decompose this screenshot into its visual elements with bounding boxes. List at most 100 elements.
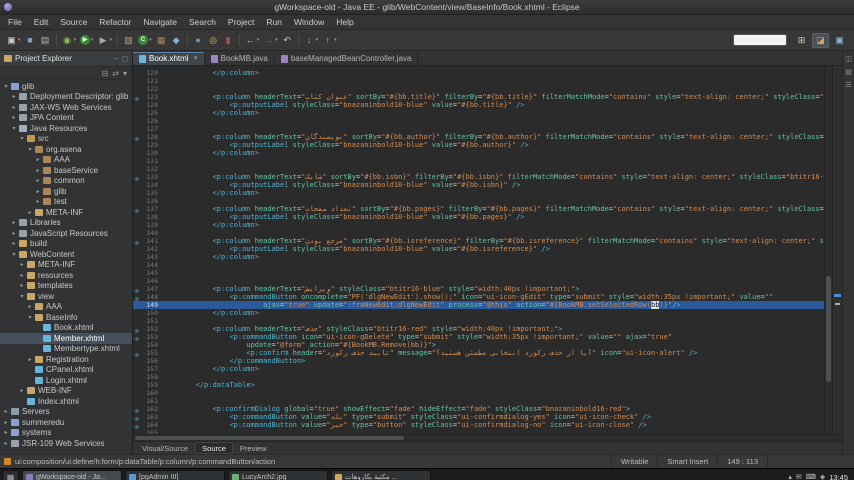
annotation-ruler-cell[interactable] [133,349,141,357]
code-line-130[interactable]: 130 </p:column> [133,149,824,157]
save-button[interactable]: ■ [23,32,38,48]
line-number[interactable]: 142 [141,245,162,253]
tree-item-deployment-descriptor-glib[interactable]: ▸ Deployment Descriptor: glib [0,92,132,103]
tree-item-org-asena[interactable]: ▾ org.asena [0,144,132,155]
annotation-ruler-cell[interactable] [133,133,141,141]
expand-arrow-icon[interactable]: ▸ [2,419,10,426]
line-number[interactable]: 161 [141,397,162,405]
line-number[interactable]: 153 [141,333,162,341]
expand-arrow-icon[interactable]: ▸ [18,261,26,268]
line-number[interactable]: 154 [141,341,162,349]
back-button[interactable]: ← ▾ [243,32,262,48]
code-line-127[interactable]: 127 [133,125,824,133]
code-line-133[interactable]: 133 <p:column headerText="شابک" sortBy="… [133,173,824,181]
tree-item-resources[interactable]: ▸ resources [0,270,132,281]
code-line-154[interactable]: 154 update="@form" action="#{BookMB.Remo… [133,341,824,349]
menu-refactor[interactable]: Refactor [93,15,137,29]
tree-item-servers[interactable]: ▸ Servers [0,407,132,418]
annotation-ruler-cell[interactable] [133,213,141,221]
menu-project[interactable]: Project [222,15,260,29]
restore-view-button[interactable]: ◫ [845,55,852,63]
tree-item-view[interactable]: ▾ view [0,291,132,302]
annotation-ruler-cell[interactable] [133,245,141,253]
open-perspective-button[interactable]: ⊞ [793,33,810,48]
line-number[interactable]: 123 [141,93,162,101]
expand-arrow-icon[interactable]: ▸ [2,408,10,415]
line-number[interactable]: 158 [141,373,162,381]
code-line-156[interactable]: 156 </p:commandButton> [133,357,824,365]
collapse-all-icon[interactable]: ⊟ [102,69,109,78]
annotation-ruler-cell[interactable] [133,365,141,373]
new-wizard-button[interactable]: ▣ ▾ [4,32,23,48]
tree-item-meta-inf[interactable]: ▸ META-INF [0,207,132,218]
line-number[interactable]: 127 [141,125,162,133]
tree-item-book-xhtml[interactable]: Book.xhtml [0,323,132,334]
taskbar-item-lucyarch2-jpg[interactable]: LucyArch2.jpg [228,470,328,480]
debug-button[interactable]: ◉ ▾ [60,32,79,48]
line-number[interactable]: 155 [141,349,162,357]
annotation-ruler-cell[interactable] [133,341,141,349]
annotation-ruler-cell[interactable] [133,229,141,237]
expand-arrow-icon[interactable]: ▸ [2,440,10,447]
editor-tab-bookmb-java[interactable]: BookMB.java [204,52,275,65]
forward-button[interactable]: → ▾ [261,32,280,48]
annotation-ruler-cell[interactable] [133,101,141,109]
editor-tab-book-xhtml[interactable]: Book.xhtml × [133,52,205,65]
horizontal-scrollbar-thumb[interactable] [135,436,405,440]
tree-item-index-xhtml[interactable]: Index.xhtml [0,396,132,407]
expand-arrow-icon[interactable]: ▾ [10,251,18,258]
line-number[interactable]: 136 [141,197,162,205]
code-line-149[interactable]: 149 ajax="true" update=":frmNewEdit:dlgN… [133,301,824,309]
code-line-159[interactable]: 159 </p:dataTable> [133,381,824,389]
menu-window[interactable]: Window [288,15,330,29]
line-number[interactable]: 147 [141,285,162,293]
annotation-ruler-cell[interactable] [133,117,141,125]
expand-arrow-icon[interactable]: ▸ [18,282,26,289]
vertical-scrollbar-thumb[interactable] [826,275,831,383]
code-line-129[interactable]: 129 <p:outputLabel styleClass="bnazaninb… [133,141,824,149]
snippets-view-button[interactable]: ☰ [845,81,851,89]
external-tools-button[interactable]: ▶ ▾ [96,32,115,48]
code-line-120[interactable]: 120 </p:column> [133,69,824,77]
vertical-scrollbar[interactable] [824,66,832,434]
annotation-ruler-cell[interactable] [133,413,141,421]
close-tab-icon[interactable]: × [194,55,198,62]
code-line-144[interactable]: 144 [133,261,824,269]
annotation-ruler-cell[interactable] [133,325,141,333]
last-edit-location-button[interactable]: ↶ [280,32,295,48]
quick-access-input[interactable] [733,34,787,46]
code-line-161[interactable]: 161 [133,397,824,405]
editor-mode-tab-source[interactable]: Source [195,442,233,454]
menu-search[interactable]: Search [183,15,222,29]
tree-item-build[interactable]: ▸ build [0,239,132,250]
line-number[interactable]: 143 [141,253,162,261]
line-number[interactable]: 121 [141,77,162,85]
expand-arrow-icon[interactable]: ▾ [18,293,26,300]
annotation-ruler-cell[interactable] [133,85,141,93]
expand-arrow-icon[interactable]: ▸ [10,93,18,100]
code-line-163[interactable]: 163 <p:commandButton value="بله" type="s… [133,413,824,421]
annotation-ruler-cell[interactable] [133,397,141,405]
line-number[interactable]: 151 [141,317,162,325]
annotation-ruler-cell[interactable] [133,69,141,77]
code-line-157[interactable]: 157 </p:column> [133,365,824,373]
annotation-ruler-cell[interactable] [133,77,141,85]
maximize-view-icon[interactable]: ▢ [121,55,128,63]
line-number[interactable]: 139 [141,221,162,229]
tray-expand-icon[interactable]: ▴ [788,473,792,480]
line-number[interactable]: 131 [141,157,162,165]
run-button[interactable]: ▶ ▾ [78,32,96,48]
open-web-browser-button[interactable]: ● [191,32,206,48]
tree-item-libraries[interactable]: ▸ Libraries [0,218,132,229]
line-number[interactable]: 129 [141,141,162,149]
line-number[interactable]: 128 [141,133,162,141]
tree-item-webcontent[interactable]: ▾ WebContent [0,249,132,260]
annotation-ruler-cell[interactable] [133,237,141,245]
code-line-152[interactable]: 152 <p:column headerText="حذف" styleClas… [133,325,824,333]
code-line-122[interactable]: 122 [133,85,824,93]
tree-item-test[interactable]: ▸ test [0,197,132,208]
annotation-ruler-cell[interactable] [133,173,141,181]
expand-arrow-icon[interactable]: ▾ [26,146,34,153]
code-line-140[interactable]: 140 [133,229,824,237]
tree-item-registration[interactable]: ▸ Registration [0,354,132,365]
